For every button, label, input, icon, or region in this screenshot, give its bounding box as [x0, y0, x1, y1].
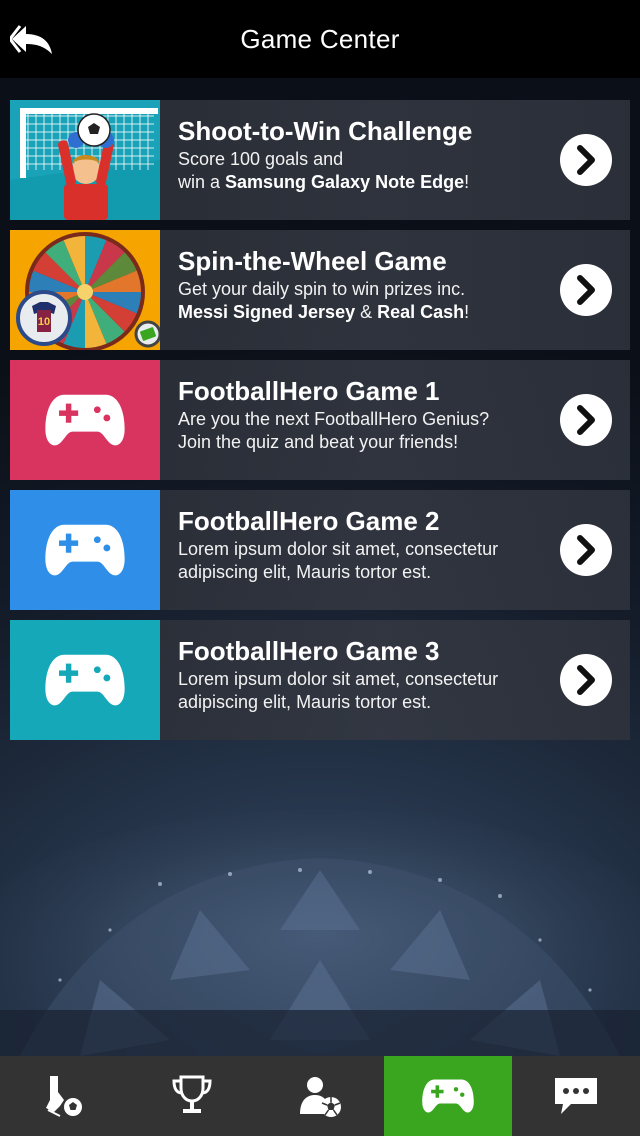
jersey-number: 10 [38, 316, 50, 328]
gamepad-icon [45, 394, 125, 446]
stadium-background-image [0, 810, 640, 1056]
game-card[interactable]: Shoot-to-Win Challenge Score 100 goals an… [10, 100, 630, 220]
prize-wheel-image: 10 [10, 230, 160, 350]
tab-bar [0, 1056, 640, 1136]
back-arrow-icon[interactable] [8, 22, 54, 58]
chevron-right-icon[interactable] [560, 134, 612, 186]
tab-games[interactable] [384, 1056, 512, 1136]
chevron-right-icon[interactable] [560, 394, 612, 446]
game-thumbnail: 10 [10, 230, 160, 350]
game-card[interactable]: FootballHero Game 2 Lorem ipsum dolor sit… [10, 490, 630, 610]
game-title: FootballHero Game 1 [178, 376, 440, 406]
user-ball-icon [300, 1077, 341, 1117]
game-thumbnail [10, 100, 160, 220]
chevron-right-icon[interactable] [560, 654, 612, 706]
header: Game Center [0, 0, 640, 78]
game-description-line-2: Join the quiz and beat your friends! [178, 432, 459, 452]
game-card[interactable]: FootballHero Game 1 Are you the next Foot… [10, 360, 630, 480]
game-description-line-1: Lorem ipsum dolor sit amet, consectetur [178, 669, 499, 689]
game-description-line-2: win a Samsung Galaxy Note Edge! [178, 172, 470, 192]
game-description-line-1: Get your daily spin to win prizes inc. [178, 279, 466, 299]
tab-boot[interactable] [0, 1056, 128, 1136]
tab-profile[interactable] [256, 1056, 384, 1136]
game-description-line-1: Are you the next FootballHero Genius? [178, 409, 490, 429]
game-title: FootballHero Game 2 [178, 506, 440, 536]
game-card[interactable]: FootballHero Game 3 Lorem ipsum dolor sit… [10, 620, 630, 740]
tab-trophy[interactable] [128, 1056, 256, 1136]
game-text: FootballHero Game 3 Lorem ipsum dolor sit… [160, 620, 548, 740]
boot-ball-icon [46, 1076, 82, 1117]
game-description-line-1: Score 100 goals and [178, 149, 344, 169]
game-title: Shoot-to-Win Challenge [178, 116, 473, 146]
game-description-line-2: adipiscing elit, Mauris tortor est. [178, 562, 432, 582]
tab-chat[interactable] [512, 1056, 640, 1136]
game-card[interactable]: 10 Spin-the-Wheel Game Get your daily spin… [10, 230, 630, 350]
chevron-right-icon[interactable] [560, 524, 612, 576]
game-title: FootballHero Game 3 [178, 636, 440, 666]
gamepad-icon [45, 524, 125, 576]
game-thumbnail [10, 620, 160, 740]
goalkeeper-image [10, 100, 160, 220]
game-list: Shoot-to-Win Challenge Score 100 goals an… [10, 100, 630, 750]
page-title: Game Center [240, 23, 400, 54]
game-text: FootballHero Game 1 Are you the next Foot… [160, 360, 548, 480]
chevron-right-icon[interactable] [560, 264, 612, 316]
game-title: Spin-the-Wheel Game [178, 246, 447, 276]
game-description-line-2: adipiscing elit, Mauris tortor est. [178, 692, 432, 712]
game-description-line-1: Lorem ipsum dolor sit amet, consectetur [178, 539, 499, 559]
game-text: Shoot-to-Win Challenge Score 100 goals an… [160, 100, 548, 220]
gamepad-icon [422, 1079, 474, 1113]
game-description-line-2: Messi Signed Jersey & Real Cash! [178, 302, 470, 322]
game-thumbnail [10, 490, 160, 610]
game-text: FootballHero Game 2 Lorem ipsum dolor sit… [160, 490, 548, 610]
chat-icon [555, 1078, 597, 1114]
trophy-icon [172, 1075, 212, 1113]
game-thumbnail [10, 360, 160, 480]
game-text: Spin-the-Wheel Game Get your daily spin t… [160, 230, 548, 350]
gamepad-icon [45, 654, 125, 706]
